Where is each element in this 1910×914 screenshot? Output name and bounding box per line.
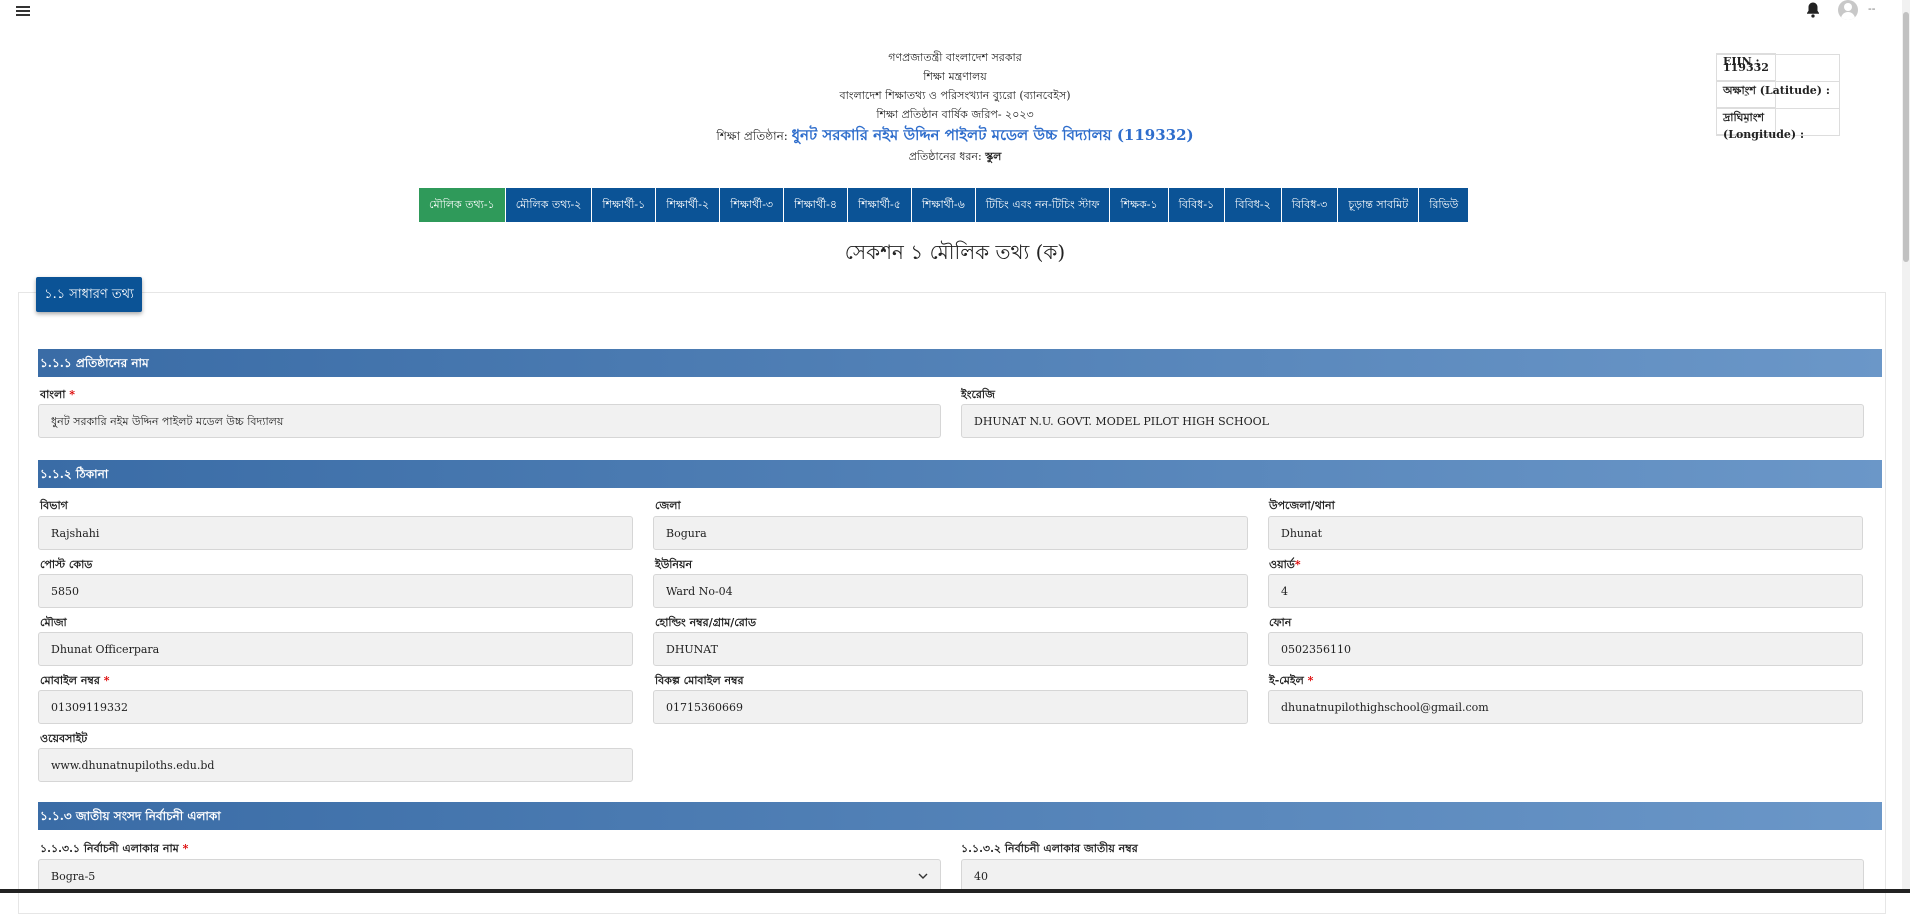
institution-label: শিক্ষা প্রতিষ্ঠান: — [716, 129, 788, 143]
top-bar: -- — [0, 0, 1910, 24]
email-label: ই-মেইল * — [1269, 674, 1314, 687]
tab-basic-info-2[interactable]: মৌলিক তথ্য-২ — [505, 188, 593, 222]
constituency-number-label: ১.১.৩.২ নির্বাচনী এলাকার জাতীয় নম্বর — [961, 842, 1138, 855]
tab-misc-1[interactable]: বিবিধ-১ — [1168, 188, 1226, 222]
mouza-field[interactable]: Dhunat Officerpara — [38, 632, 633, 666]
eiin-label: EIIN : — [1716, 53, 1840, 82]
page-header: গণপ্রজাতন্ত্রী বাংলাদেশ সরকার শিক্ষা মন্… — [0, 48, 1910, 167]
eiin-info-table: EIIN : 119332 অক্ষাংশ (Latitude) : - দ্র… — [1716, 53, 1840, 141]
eiin-row: EIIN : 119332 — [1716, 53, 1840, 82]
phone-label: ফোন — [1269, 616, 1292, 629]
postcode-field[interactable]: 5850 — [38, 574, 633, 608]
district-label: জেলা — [655, 499, 681, 512]
institution-type-label: প্রতিষ্ঠানের ধরন: — [908, 150, 982, 163]
longitude-label: দ্রাঘিমাংশ (Longitude) : — [1716, 107, 1840, 141]
chevron-down-icon — [918, 873, 928, 879]
tab-student-6[interactable]: শিক্ষার্থী-৬ — [911, 188, 976, 222]
email-field[interactable]: dhunatnupilothighschool@gmail.com — [1268, 690, 1863, 724]
section-tabs: মৌলিক তথ্য-১ মৌলিক তথ্য-২ শিক্ষার্থী-১ শ… — [419, 188, 1470, 222]
tab-basic-info-1[interactable]: মৌলিক তথ্য-১ — [419, 188, 506, 222]
section-bar-address: ১.১.২ ঠিকানা — [38, 460, 1882, 488]
header-line-survey: শিক্ষা প্রতিষ্ঠান বার্ষিক জরিপ- ২০২৩ — [876, 108, 1034, 121]
english-name-label: ইংরেজি — [961, 388, 995, 401]
latitude-label: অক্ষাংশ (Latitude) : — [1716, 80, 1840, 109]
division-label: বিভাগ — [40, 499, 68, 512]
tab-student-2[interactable]: শিক্ষার্থী-২ — [656, 188, 721, 222]
english-name-field[interactable]: DHUNAT N.U. GOVT. MODEL PILOT HIGH SCHOO… — [961, 404, 1864, 438]
header-line-bureau: বাংলাদেশ শিক্ষাতথ্য ও পরিসংখ্যান ব্যুরো … — [839, 89, 1071, 102]
page-scrollbar[interactable] — [1902, 0, 1910, 893]
district-field[interactable]: Bogura — [653, 516, 1248, 550]
website-field[interactable]: www.dhunatnupiloths.edu.bd — [38, 748, 633, 782]
scrollbar-thumb[interactable] — [1903, 12, 1909, 262]
tab-student-3[interactable]: শিক্ষার্থী-৩ — [720, 188, 785, 222]
tab-review[interactable]: রিভিউ — [1419, 188, 1470, 222]
constituency-name-label: ১.১.৩.১ নির্বাচনী এলাকার নাম * — [40, 842, 189, 855]
section-bar-institution-name: ১.১.১ প্রতিষ্ঠানের নাম — [38, 349, 1882, 377]
constituency-number-field[interactable]: 40 — [961, 859, 1864, 893]
union-label: ইউনিয়ন — [655, 558, 693, 571]
tab-teacher-1[interactable]: শিক্ষক-১ — [1110, 188, 1169, 222]
postcode-label: পোস্ট কোড — [40, 558, 93, 571]
latitude-row: অক্ষাংশ (Latitude) : - — [1716, 80, 1840, 109]
mobile-label: মোবাইল নম্বর * — [40, 674, 110, 687]
upazila-field[interactable]: Dhunat — [1268, 516, 1863, 550]
constituency-name-value: Bogra-5 — [51, 870, 96, 883]
longitude-row: দ্রাঘিমাংশ (Longitude) : - — [1716, 107, 1840, 141]
ward-label: ওয়ার্ড* — [1269, 558, 1301, 571]
ward-field[interactable]: 4 — [1268, 574, 1863, 608]
general-info-badge: ১.১ সাধারণ তথ্য — [36, 277, 142, 312]
tab-student-5[interactable]: শিক্ষার্থী-৫ — [847, 188, 912, 222]
union-field[interactable]: Ward No-04 — [653, 574, 1248, 608]
division-field[interactable]: Rajshahi — [38, 516, 633, 550]
user-avatar[interactable] — [1838, 0, 1858, 20]
institution-type-value: স্কুল — [985, 150, 1002, 163]
hamburger-menu-icon[interactable] — [16, 4, 30, 18]
tab-misc-2[interactable]: বিবিধ-২ — [1225, 188, 1282, 222]
bangla-name-label: বাংলা * — [40, 388, 76, 401]
constituency-name-select[interactable]: Bogra-5 — [38, 859, 941, 893]
mouza-label: মৌজা — [40, 616, 67, 629]
user-menu-caret[interactable]: -- — [1868, 2, 1875, 15]
tab-student-4[interactable]: শিক্ষার্থী-৪ — [784, 188, 848, 222]
mobile-field[interactable]: 01309119332 — [38, 690, 633, 724]
institution-type-line: প্রতিষ্ঠানের ধরন: স্কুল — [0, 147, 1910, 167]
header-line-government: গণপ্রজাতন্ত্রী বাংলাদেশ সরকার — [888, 51, 1022, 64]
alt-mobile-label: বিকল্প মোবাইল নম্বর — [655, 674, 744, 687]
phone-field[interactable]: 0502356110 — [1268, 632, 1863, 666]
tab-final-submit[interactable]: চূড়ান্ত সাবমিট — [1338, 188, 1420, 222]
header-line-ministry: শিক্ষা মন্ত্রণালয় — [923, 70, 987, 83]
section-bar-constituency: ১.১.৩ জাতীয় সংসদ নির্বাচনী এলাকা — [38, 802, 1882, 830]
tab-student-1[interactable]: শিক্ষার্থী-১ — [592, 188, 657, 222]
website-label: ওয়েবসাইট — [40, 732, 88, 745]
institution-name: ধুনট সরকারি নইম উদ্দিন পাইলট মডেল উচ্চ ব… — [791, 126, 1194, 144]
alt-mobile-field[interactable]: 01715360669 — [653, 690, 1248, 724]
bottom-edge — [0, 889, 1910, 893]
tab-teaching-staff[interactable]: টিচিং এবং নন-টিচিং স্টাফ — [975, 188, 1111, 222]
tab-misc-3[interactable]: বিবিধ-৩ — [1281, 188, 1339, 222]
institution-line: শিক্ষা প্রতিষ্ঠান: ধুনট সরকারি নইম উদ্দি… — [0, 124, 1910, 147]
bell-icon[interactable] — [1804, 1, 1822, 19]
section-title: সেকশন ১ মৌলিক তথ্য (ক) — [844, 240, 1066, 264]
holding-label: হোল্ডিং নম্বর/গ্রাম/রোড — [655, 616, 757, 629]
upazila-label: উপজেলা/থানা — [1269, 499, 1335, 512]
bangla-name-field[interactable]: ধুনট সরকারি নইম উদ্দিন পাইলট মডেল উচ্চ ব… — [38, 404, 941, 438]
holding-field[interactable]: DHUNAT — [653, 632, 1248, 666]
